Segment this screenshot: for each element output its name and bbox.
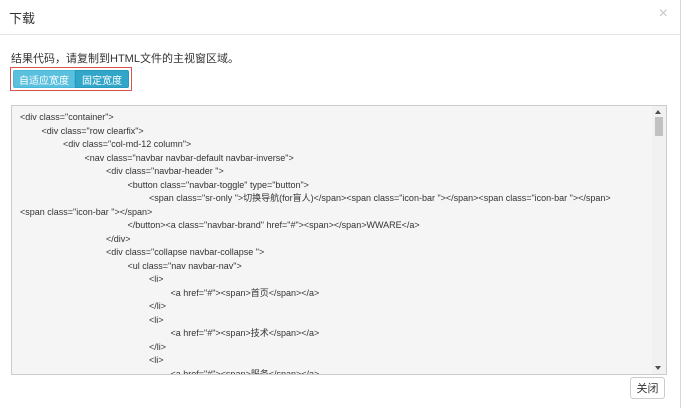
scroll-down-icon[interactable] [655, 366, 661, 370]
code-line: <div class="container"> [20, 112, 114, 122]
code-line: <li> [149, 274, 164, 284]
code-line: <span class="sr-only ">切换导航(for盲人)</span… [149, 193, 611, 203]
code-line: <a href="#"><span>首页</span></a> [170, 287, 320, 298]
code-line: <a href="#"><span>服务</span></a> [170, 368, 320, 375]
code-line: <a href="#"><span>技术</span></a> [170, 328, 320, 338]
code-line: </div> [106, 233, 131, 244]
code-line: </button><a class="navbar-brand" href="#… [127, 220, 420, 230]
vertical-scrollbar[interactable] [652, 106, 666, 374]
code-line: </li> [149, 301, 167, 311]
scroll-thumb[interactable] [655, 117, 663, 136]
download-dialog: 下载 × 结果代码，请复制到HTML文件的主视窗区域。 自适应宽度 固定宽度 <… [0, 0, 681, 408]
result-description: 结果代码，请复制到HTML文件的主视窗区域。 [11, 53, 239, 65]
code-line: </li> [149, 341, 167, 352]
code-line: <div class="collapse navbar-collapse "> [106, 247, 265, 257]
code-line: <li> [149, 355, 164, 365]
code-line: <ul class="nav navbar-nav"> [127, 260, 242, 271]
close-button[interactable]: 关闭 [630, 377, 665, 399]
code-output-textarea[interactable]: <div class="container"> <div class="row c… [11, 105, 667, 375]
code-line: <span class="icon-bar "></span> [20, 206, 153, 217]
code-line: <div class="col-md-12 column"> [63, 139, 192, 149]
code-content: <div class="container"> <div class="row c… [20, 111, 648, 375]
width-mode-group: 自适应宽度 固定宽度 [10, 67, 132, 91]
code-line: <div class="navbar-header "> [106, 166, 224, 176]
code-line: <li> [149, 314, 164, 325]
fluid-width-button[interactable]: 自适应宽度 [13, 70, 75, 88]
scroll-up-icon[interactable] [655, 110, 661, 114]
fixed-width-button[interactable]: 固定宽度 [75, 70, 129, 88]
code-line: <div class="row clearfix"> [41, 125, 144, 136]
dialog-title: 下载 [9, 11, 36, 26]
code-line: <nav class="navbar navbar-default navbar… [84, 152, 294, 163]
dialog-header: 下载 × [0, 0, 680, 35]
code-line: <button class="navbar-toggle" type="butt… [127, 179, 309, 190]
close-icon[interactable]: × [659, 6, 668, 22]
